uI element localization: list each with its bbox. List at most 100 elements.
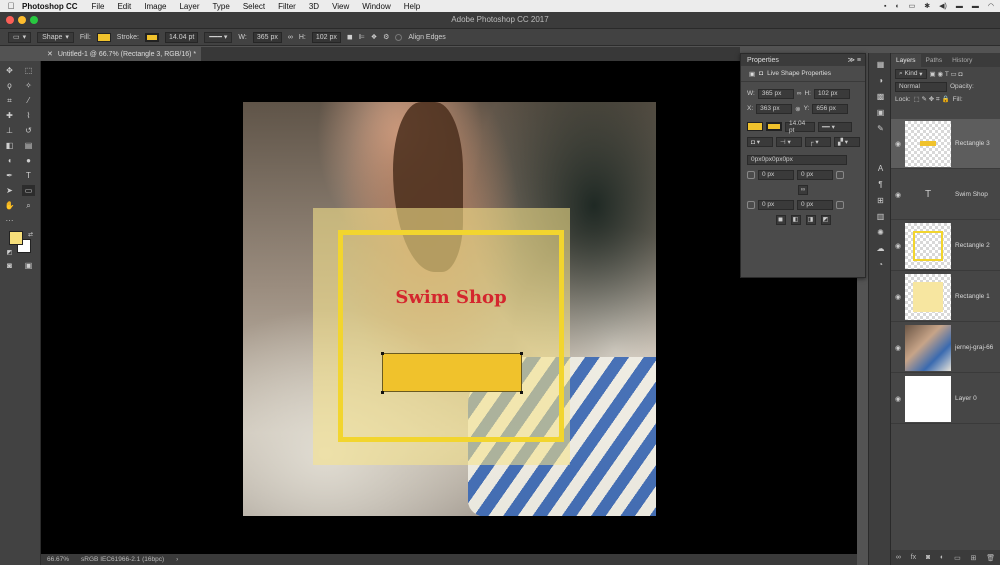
blend-mode-select[interactable]: Normal [895,81,947,92]
pen-tool-icon[interactable]: ✒ [3,170,16,181]
lasso-tool-icon[interactable]: ϙ [3,80,16,91]
stroke-caps-select[interactable]: ⊣ ▾ [776,136,802,147]
layer-row-rectangle-3[interactable]: ◉ Rectangle 3 [891,119,1000,169]
prop-stroke-swatch[interactable] [766,122,782,131]
new-layer-icon[interactable]: ⊞ [971,554,977,562]
default-colors-icon[interactable]: ◩ [3,247,16,258]
layer-kind-select[interactable]: ⌕ Kind ▾ [895,68,927,79]
stroke-dash-select[interactable]: ▞ ▾ [834,136,860,147]
stroke-align-select[interactable]: ◘ ▾ [747,136,773,147]
healing-brush-tool-icon[interactable]: ✚ [3,110,16,121]
eye-icon[interactable]: ◉ [891,293,905,301]
eye-icon[interactable]: ◉ [891,191,905,199]
width-field[interactable]: 365 px [252,31,282,43]
exclude-shapes-icon[interactable]: ◩ [820,214,831,225]
menu-filter[interactable]: Filter [278,2,296,11]
menu-select[interactable]: Select [243,2,265,11]
link-layers-icon[interactable]: ∞ [896,554,901,561]
fill-swatch[interactable] [96,32,111,42]
foreground-color-swatch[interactable] [9,231,23,245]
wifi-icon[interactable]: ◠ [988,2,994,10]
layer-row-layer-0[interactable]: ◉ Layer 0 [891,374,1000,424]
transform-handle[interactable] [381,391,384,394]
status-icon[interactable]: ▪ [884,3,886,10]
position-link-icon[interactable]: ⊗ [795,105,800,113]
path-arrangement-icon[interactable]: ❖ [371,33,377,41]
close-tab-icon[interactable]: ✕ [47,50,53,58]
paragraph-icon[interactable]: ¶ [874,179,887,190]
document-canvas[interactable]: Swim Shop [243,102,656,516]
timeline-icon[interactable]: ▥ [874,211,887,222]
crop-tool-icon[interactable]: ⌗ [3,95,16,106]
history-brush-tool-icon[interactable]: ↺ [22,125,35,136]
path-selection-tool-icon[interactable]: ➤ [3,185,16,196]
eye-icon[interactable]: ◉ [891,140,905,148]
rectangle-tool-icon[interactable]: ▭ [22,185,35,196]
menu-view[interactable]: View [332,2,349,11]
apple-icon[interactable]:  [0,1,22,11]
screen-mode-icon[interactable]: ▣ [22,260,35,271]
libraries-icon[interactable]: ▦ [874,59,887,70]
path-operations-icon[interactable]: ◼ [347,33,353,41]
document-tab[interactable]: ✕ Untitled-1 @ 66.7% (Rectangle 3, RGB/1… [41,47,201,61]
new-group-icon[interactable]: ▭ [954,554,961,562]
more-tools-icon[interactable]: ··· [3,215,16,226]
rectangle-3-shape[interactable] [382,353,522,392]
menu-image[interactable]: Image [144,2,166,11]
eye-icon[interactable]: ◉ [891,242,905,250]
transform-handle[interactable] [381,352,384,355]
adjustments-icon[interactable]: ◑ [874,75,887,86]
prop-stroke-type-select[interactable]: ━━ ▾ [818,121,852,132]
shape-mode-select[interactable]: Shape ▾ [37,31,74,43]
prop-fill-swatch[interactable] [747,122,763,131]
menu-help[interactable]: Help [404,2,420,11]
swap-colors-icon[interactable]: ⇄ [24,229,37,240]
stroke-type-select[interactable]: ━━━ ▾ [204,31,233,43]
magic-wand-tool-icon[interactable]: ✧ [22,80,35,91]
actions-icon[interactable]: ✺ [874,227,887,238]
eye-icon[interactable]: ◉ [891,344,905,352]
menu-edit[interactable]: Edit [117,2,131,11]
creative-cloud-icon[interactable]: ☁ [874,243,887,254]
swatches-icon[interactable]: ▩ [874,91,887,102]
stroke-swatch[interactable] [144,32,159,42]
eraser-tool-icon[interactable]: ◧ [3,140,16,151]
marquee-tool-icon[interactable]: ⬚ [22,65,35,76]
transform-handle[interactable] [520,391,523,394]
battery-icon[interactable]: ▬ [956,3,963,10]
transform-handle[interactable] [520,352,523,355]
character-icon[interactable]: A [874,163,887,174]
tab-paths[interactable]: Paths [921,54,948,67]
canvas-workspace[interactable]: Swim Shop [41,61,857,554]
corner-br-field[interactable]: 0 px [797,199,833,210]
menu-file[interactable]: File [92,2,105,11]
adjustment-layer-icon[interactable]: ◐ [940,554,944,561]
stroke-corners-select[interactable]: ┌ ▾ [805,136,831,147]
gear-icon[interactable]: ⚙ [383,33,389,41]
link-icon[interactable]: ∞ [797,90,802,97]
hand-tool-icon[interactable]: ✋ [3,200,16,211]
app-menu[interactable]: Photoshop CC [22,2,78,11]
corner-bl-field[interactable]: 0 px [758,199,794,210]
corner-tr-field[interactable]: 0 px [797,169,833,180]
tab-layers[interactable]: Layers [891,54,921,67]
prop-x-field[interactable]: 363 px [756,103,793,114]
blur-tool-icon[interactable]: ◖ [3,155,16,166]
combine-shapes-icon[interactable]: ◼ [775,214,786,225]
intersect-shapes-icon[interactable]: ◨ [805,214,816,225]
type-tool-icon[interactable]: T [22,170,35,181]
chevron-right-icon[interactable]: › [176,556,178,563]
bluetooth-icon[interactable]: ✱ [924,2,930,10]
prop-y-field[interactable]: 656 px [812,103,849,114]
gradient-tool-icon[interactable]: ▤ [22,140,35,151]
menu-layer[interactable]: Layer [179,2,199,11]
prop-stroke-width-field[interactable]: 14.04 pt [785,120,815,134]
panel-menu-icon[interactable]: ≫ ≡ [848,56,861,64]
swim-shop-text[interactable]: Swim Shop [338,287,564,308]
brushes-icon[interactable]: ✎ [874,123,887,134]
clone-stamp-tool-icon[interactable]: ⊥ [3,125,16,136]
stroke-width-field[interactable]: 14.04 pt [164,31,199,43]
layer-row-rectangle-2[interactable]: ◉ Rectangle 2 [891,221,1000,271]
volume-icon[interactable]: ◀) [939,2,947,10]
navigator-icon[interactable]: ◔ [874,259,887,270]
